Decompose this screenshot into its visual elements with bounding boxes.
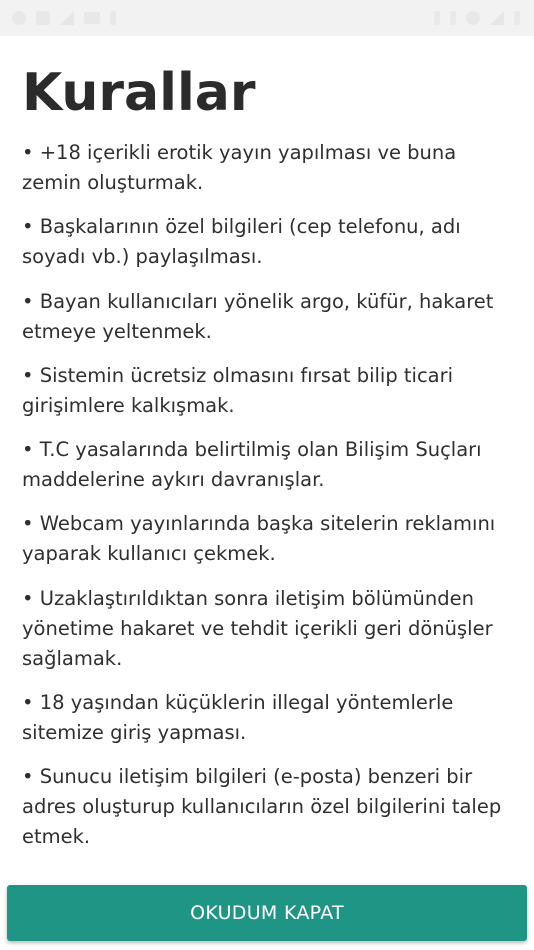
rule-item: • Sunucu iletişim bilgileri (e-posta) be…	[22, 765, 502, 849]
plus-icon	[110, 11, 116, 25]
rule-item: • Sistemin ücretsiz olmasını fırsat bili…	[22, 363, 454, 417]
read-close-button[interactable]: OKUDUM KAPAT	[7, 885, 527, 941]
image-icon	[84, 12, 100, 24]
rule-item: • Uzaklaştırıldıktan sonra iletişim bölü…	[22, 586, 493, 670]
wifi-icon	[466, 11, 480, 25]
rule-item: • T.C yasalarında belirtilmiş olan Biliş…	[22, 438, 482, 492]
mute-icon	[434, 11, 440, 25]
vibrate-icon	[450, 11, 456, 25]
rule-item: • Başkalarının özel bilgileri (cep telef…	[22, 215, 461, 269]
rule-item: • Bayan kullanıcıları yönelik argo, küfü…	[22, 289, 494, 343]
rules-scroll-area[interactable]: Kurallar • +18 içerikli erotik yayın yap…	[0, 36, 534, 890]
signal-icon	[490, 11, 504, 25]
page-title: Kurallar	[22, 63, 256, 123]
signal-icon	[60, 11, 74, 25]
status-bar-right	[434, 0, 520, 36]
rule-item: • +18 içerikli erotik yayın yapılması ve…	[22, 141, 457, 194]
status-bar	[0, 0, 534, 36]
rules-list: • +18 içerikli erotik yayın yapılması ve…	[22, 138, 512, 890]
rule-item: • 18 yaşından küçüklerin illegal yönteml…	[22, 691, 454, 745]
status-bar-left	[12, 0, 116, 36]
notification-icon	[12, 11, 26, 25]
footer: OKUDUM KAPAT	[0, 872, 534, 950]
battery-icon	[514, 11, 520, 25]
rule-item: • Webcam yayınlarında başka sitelerin re…	[22, 512, 496, 566]
notification-icon	[36, 11, 50, 25]
